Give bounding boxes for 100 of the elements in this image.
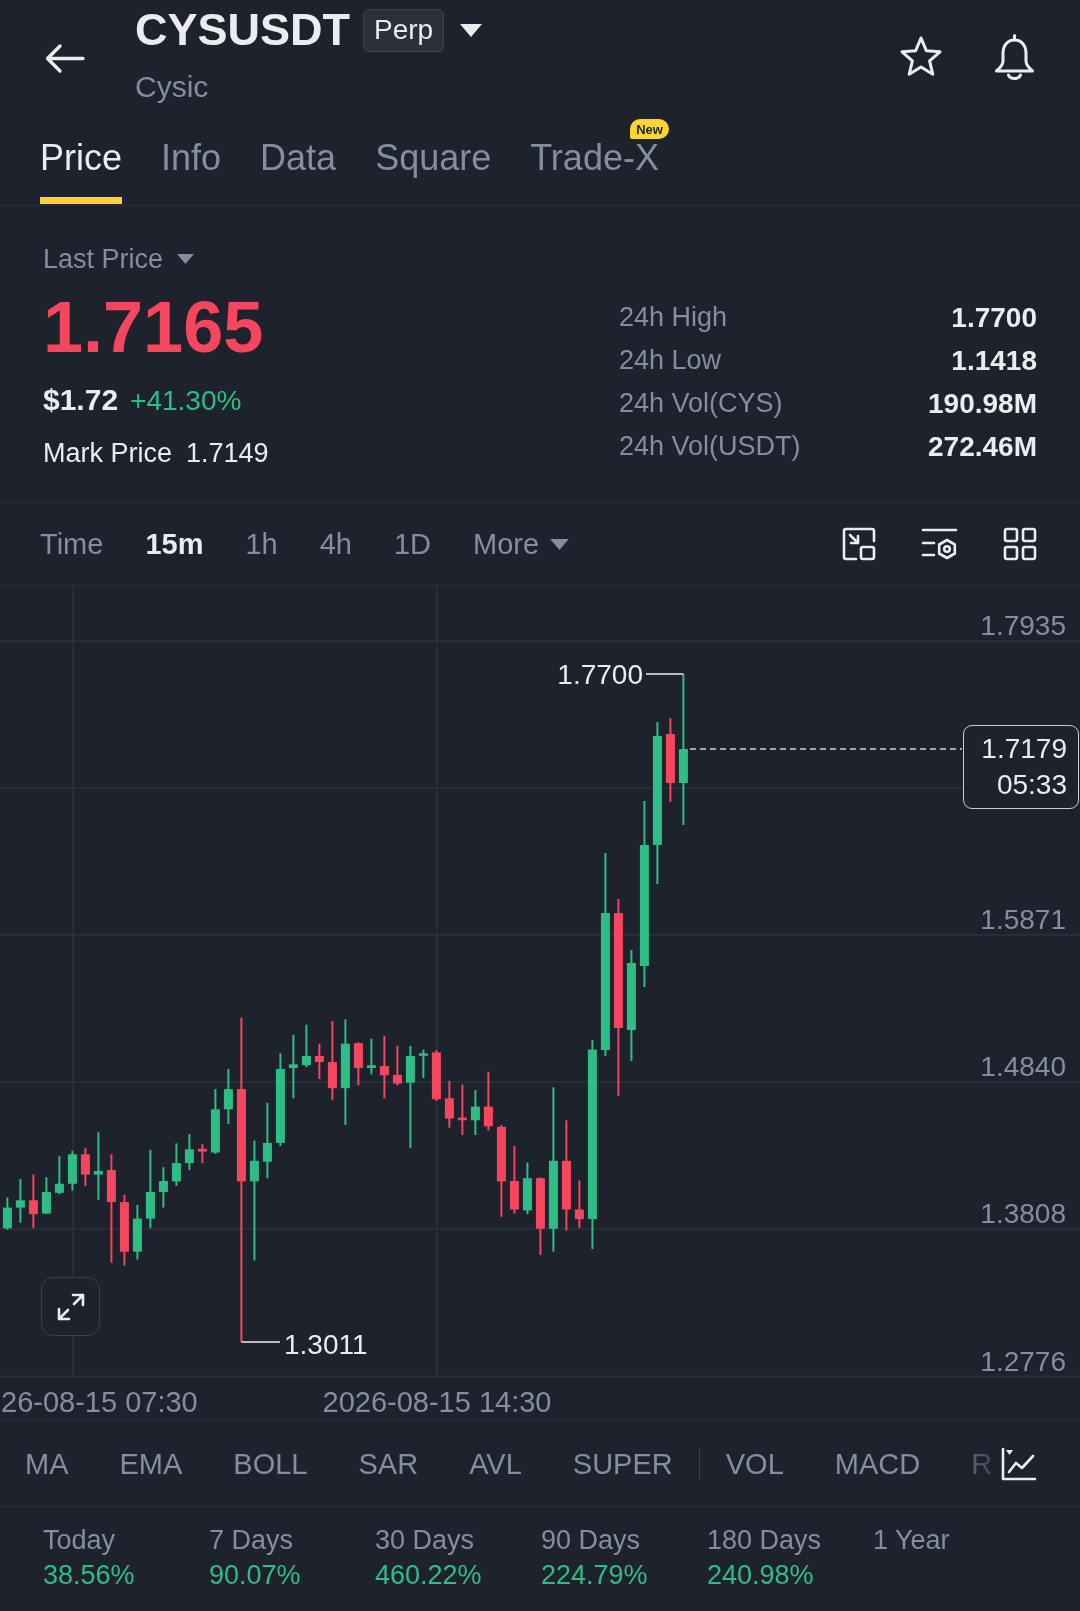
up-candle — [54, 1155, 64, 1196]
last-price: 1.7165 — [43, 287, 264, 367]
price-axis-label: 1.7935 — [980, 610, 1066, 641]
up-candle — [2, 1196, 12, 1231]
up-candle — [223, 1067, 233, 1125]
down-candle — [314, 1042, 324, 1080]
current-price: 1.7179 — [981, 732, 1067, 766]
indicator-tab[interactable]: SAR — [358, 1445, 419, 1482]
up-candle — [93, 1131, 103, 1201]
down-candle — [457, 1083, 467, 1136]
price-axis-label: 1.2776 — [980, 1345, 1066, 1377]
leader-line — [240, 1341, 281, 1343]
up-candle — [522, 1161, 532, 1216]
symbol-title: CYSUSDT — [135, 4, 351, 56]
period-label: 7 Days — [209, 1524, 294, 1556]
stat-value: 1.7700 — [951, 301, 1037, 334]
window-arrow-icon[interactable] — [842, 527, 876, 561]
new-badge: New — [630, 119, 669, 139]
up-candle — [132, 1203, 142, 1261]
high-price-label: 1.7700 — [557, 658, 643, 690]
stat-value: 190.98M — [928, 387, 1037, 420]
stat-value: 272.46M — [928, 430, 1037, 463]
price-change: +41.30% — [130, 384, 242, 418]
indicator-tab[interactable]: BOLL — [233, 1445, 308, 1482]
caret-icon — [177, 254, 195, 264]
tab[interactable]: Data — [260, 140, 337, 204]
down-candle — [197, 1143, 207, 1165]
interval-tab[interactable]: 15m — [145, 526, 204, 562]
interval-tab[interactable]: 4h — [319, 526, 352, 562]
contract-badge: Perp — [363, 8, 445, 52]
down-candle — [392, 1044, 402, 1087]
up-candle — [366, 1037, 376, 1076]
price-axis-label: 1.3808 — [980, 1198, 1066, 1230]
down-candle — [353, 1041, 363, 1087]
grid-icon[interactable] — [1003, 527, 1037, 561]
period-label: Today — [43, 1524, 116, 1556]
indicator-tab[interactable]: EMA — [119, 1445, 183, 1482]
interval-tab[interactable]: 1h — [245, 526, 278, 562]
back-arrow-icon[interactable] — [45, 43, 85, 74]
chart-settings-icon[interactable] — [921, 527, 958, 561]
indicator-tab[interactable]: MA — [25, 1445, 69, 1482]
star-icon[interactable] — [899, 36, 943, 78]
low-price-label: 1.3011 — [284, 1328, 368, 1360]
up-candle — [470, 1089, 480, 1136]
up-candle — [171, 1142, 181, 1187]
period-change: 240.98% — [707, 1559, 814, 1592]
price-axis-label: 1.5871 — [980, 904, 1066, 936]
bell-icon[interactable] — [992, 33, 1037, 81]
down-candle — [379, 1034, 389, 1100]
caret-icon[interactable] — [460, 23, 483, 37]
stat-label: 24h Low — [619, 345, 722, 376]
tab[interactable]: Info — [161, 140, 222, 204]
stat-label: 24h High — [619, 302, 728, 333]
more-dropdown[interactable]: More — [473, 526, 570, 562]
interval-tab[interactable]: Time — [40, 526, 104, 562]
up-candle — [210, 1088, 220, 1155]
down-candle — [509, 1145, 519, 1215]
period-label: 30 Days — [375, 1524, 475, 1556]
stat-label: 24h Vol(USDT) — [619, 431, 801, 462]
time-axis-label: 26-08-15 07:30 — [1, 1386, 198, 1418]
indicator-tab[interactable]: AVL — [469, 1445, 522, 1482]
indicator-tab[interactable]: MACD — [834, 1445, 921, 1482]
caret-icon — [550, 538, 570, 550]
mark-price: 1.7149 — [186, 437, 269, 470]
price-axis-label: 1.4840 — [980, 1051, 1066, 1083]
mark-price-label: Mark Price — [43, 437, 172, 470]
up-candle — [288, 1033, 298, 1100]
period-change: 90.07% — [209, 1559, 301, 1592]
stat-value: 1.1418 — [951, 344, 1037, 377]
line-chart-icon[interactable] — [1001, 1446, 1037, 1481]
tab[interactable]: Trade-X — [530, 140, 659, 204]
indicator-tab[interactable]: VOL — [725, 1445, 784, 1482]
tab[interactable]: Price — [40, 140, 123, 204]
period-label: 90 Days — [541, 1524, 641, 1556]
expand-button[interactable] — [41, 1277, 100, 1336]
period-label: 1 Year — [873, 1524, 950, 1556]
time-axis-label: 2026-08-15 14:30 — [322, 1386, 552, 1418]
period-change: 460.22% — [375, 1559, 482, 1592]
interval-tab[interactable]: 1D — [393, 526, 432, 562]
stat-label: 24h Vol(CYS) — [619, 388, 783, 419]
down-candle — [574, 1179, 584, 1229]
expand-icon — [55, 1291, 86, 1322]
usd-price: $1.72 — [43, 382, 119, 418]
price-type-dropdown[interactable]: Last Price — [43, 242, 195, 276]
leader-line — [645, 673, 685, 675]
up-candle — [184, 1133, 194, 1171]
down-candle — [444, 1079, 454, 1129]
up-candle — [301, 1023, 311, 1069]
symbol-name: Cysic — [135, 69, 209, 105]
period-label: 180 Days — [707, 1524, 822, 1556]
tab[interactable]: Square — [375, 140, 492, 204]
up-candle — [418, 1048, 428, 1080]
up-candle — [158, 1166, 168, 1209]
countdown-timer: 05:33 — [996, 768, 1067, 802]
down-candle — [28, 1173, 38, 1230]
period-change: 38.56% — [43, 1559, 135, 1592]
period-change: 224.79% — [541, 1559, 648, 1592]
indicator-tab[interactable]: SUPER — [572, 1445, 673, 1482]
up-candle — [67, 1149, 77, 1192]
down-candle — [483, 1070, 493, 1132]
